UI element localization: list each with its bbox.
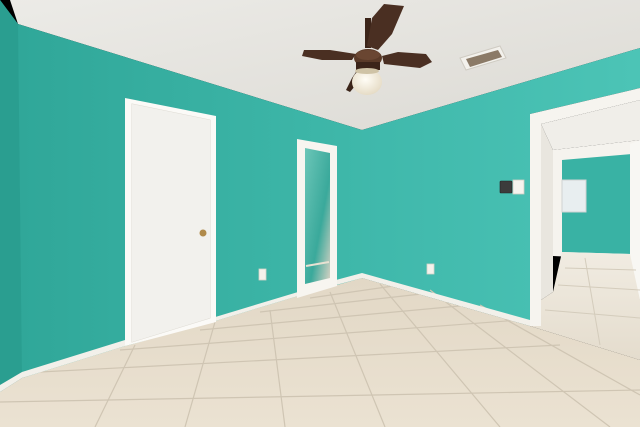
bedroom-photo — [0, 0, 640, 427]
mirrored-closet-door[interactable] — [297, 139, 337, 298]
door-knob-icon[interactable] — [199, 229, 207, 237]
thermostat-icon[interactable] — [499, 180, 513, 194]
hallway-window — [561, 179, 587, 213]
outlet-icon — [426, 263, 435, 275]
closed-white-door[interactable] — [125, 98, 216, 346]
bedroom-illustration — [0, 0, 640, 427]
switch-icon[interactable] — [512, 179, 525, 195]
open-doorway-to-hallway[interactable] — [530, 88, 640, 360]
outlet-icon — [258, 268, 267, 281]
